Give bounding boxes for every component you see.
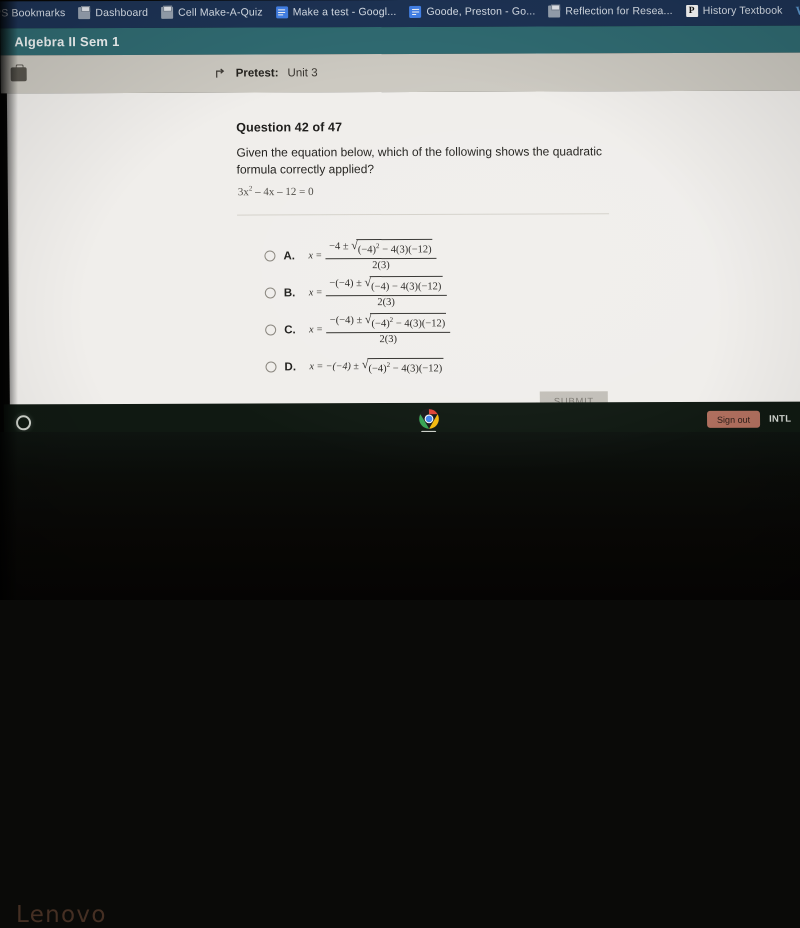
radicand-base: (−4)	[358, 245, 376, 256]
radicand: (−4) − 4(3)(−12)	[370, 276, 442, 294]
assessment-toolbar	[0, 53, 800, 94]
bookmark-goode-preston[interactable]: Goode, Preston - Go...	[409, 5, 535, 17]
fraction-denominator: 2(3)	[375, 333, 401, 346]
option-formula-c: x = −(−4) ± √ (−4)2 − 4(3)(−12) 2(3)	[309, 313, 450, 346]
bookmark-label: History Textbook	[703, 4, 783, 16]
answer-options-list: A. x = −4 ± √ (−4)2 − 4(3)(−12) 2(	[237, 236, 638, 385]
radical: √ (−4)2 − 4(3)(−12)	[365, 313, 447, 331]
fraction-numerator: −4 ± √ (−4)2 − 4(3)(−12)	[325, 239, 437, 259]
answer-option-a[interactable]: A. x = −4 ± √ (−4)2 − 4(3)(−12) 2(	[237, 236, 637, 274]
fraction-numerator: −(−4) ± √ (−4) − 4(3)(−12)	[325, 276, 446, 296]
laptop-photo: PS Bookmarks Dashboard Cell Make-A-Quiz …	[0, 0, 800, 600]
bookmark-label: Goode, Preston - Go...	[426, 5, 535, 17]
chrome-icon[interactable]	[418, 408, 440, 430]
assessment-type-label: Pretest:	[236, 67, 279, 79]
google-docs-icon	[409, 5, 421, 17]
assessment-unit-label: Unit 3	[287, 67, 317, 79]
radicand-rest: − 4(3)(−12)	[389, 282, 441, 293]
option-formula-b: x = −(−4) ± √ (−4) − 4(3)(−12) 2(3)	[309, 276, 447, 309]
equation-rest: – 4x – 12 = 0	[252, 186, 313, 198]
bookmark-label: Reflection for Resea...	[565, 5, 672, 17]
option-letter-c: C.	[284, 324, 301, 336]
fraction-numerator: −(−4) ± √ (−4)2 − 4(3)(−12)	[326, 313, 451, 333]
bookmark-label: Dashboard	[95, 6, 148, 18]
answer-option-d[interactable]: D. x = −(−4) ± √ (−4)2 − 4(3)(−12)	[238, 347, 638, 385]
fraction: −(−4) ± √ (−4) − 4(3)(−12) 2(3)	[325, 276, 446, 309]
google-docs-icon	[276, 6, 288, 18]
radicand-rest: − 4(3)(−12)	[390, 363, 442, 374]
fraction-denominator: 2(3)	[373, 296, 399, 309]
answer-option-b[interactable]: B. x = −(−4) ± √ (−4) − 4(3)(−12)	[238, 273, 638, 311]
radio-button-c[interactable]	[265, 324, 276, 335]
fraction-denominator: 2(3)	[368, 259, 394, 272]
radical: √ (−4)2 − 4(3)(−12)	[362, 358, 444, 376]
x-equals: x =	[308, 250, 322, 261]
radical: √ (−4)2 − 4(3)(−12)	[351, 239, 433, 257]
radicand-base: (−4)	[371, 282, 389, 293]
radical: √ (−4) − 4(3)(−12)	[364, 276, 442, 294]
question-equation: 3x2 – 4x – 12 = 0	[238, 184, 314, 198]
bookmark-cell-make-a-quiz[interactable]: Cell Make-A-Quiz	[161, 6, 263, 18]
launcher-circle-icon[interactable]	[16, 415, 31, 430]
radicand-base: (−4)	[371, 319, 389, 330]
option-letter-a: A.	[283, 250, 300, 262]
print-icon	[78, 7, 90, 19]
radicand-rest: − 4(3)(−12)	[393, 319, 445, 330]
x-equals: x = −(−4) ±	[309, 361, 358, 372]
fraction: −(−4) ± √ (−4)2 − 4(3)(−12) 2(3)	[326, 313, 451, 346]
print-icon	[161, 6, 173, 18]
course-header-bar: Algebra II Sem 1	[0, 26, 800, 56]
up-level-arrow-icon[interactable]	[214, 67, 227, 80]
question-content-area: Question 42 of 47 Given the equation bel…	[7, 91, 800, 434]
question-counter: Question 42 of 47	[236, 120, 342, 134]
radicand: (−4)2 − 4(3)(−12)	[357, 239, 433, 257]
radicand: (−4)2 − 4(3)(−12)	[370, 313, 446, 331]
word-w-icon: W	[795, 4, 800, 16]
toolbar-icon-group	[0, 67, 27, 81]
briefcase-icon[interactable]	[11, 67, 27, 81]
radicand-base: (−4)	[368, 363, 386, 374]
course-title: Algebra II Sem 1	[14, 34, 119, 49]
numerator-sign: −(−4) ±	[330, 315, 363, 326]
radio-button-b[interactable]	[265, 287, 276, 298]
x-equals: x =	[309, 287, 323, 298]
breadcrumb: Pretest: Unit 3	[214, 66, 318, 79]
section-divider	[237, 213, 609, 215]
bookmark-gist-doc[interactable]: W 12.3 GIST (1).doc -...	[795, 4, 800, 16]
numerator-sign: −4 ±	[329, 241, 349, 252]
option-letter-b: B.	[284, 287, 301, 299]
bookmark-make-a-test[interactable]: Make a test - Googl...	[276, 6, 397, 18]
bookmarks-bar: PS Bookmarks Dashboard Cell Make-A-Quiz …	[0, 0, 800, 28]
bookmark-label: PS Bookmarks	[0, 7, 65, 19]
bookmark-reflection-for-research[interactable]: Reflection for Resea...	[548, 5, 672, 17]
bookmark-ps-bookmarks[interactable]: PS Bookmarks	[0, 7, 65, 19]
pearson-p-icon: P	[686, 4, 698, 16]
answer-option-c[interactable]: C. x = −(−4) ± √ (−4)2 − 4(3)(−12)	[238, 310, 638, 348]
lenovo-brand-logo: Lenovo	[16, 902, 107, 928]
bookmark-history-textbook[interactable]: P History Textbook	[686, 4, 783, 16]
option-formula-a: x = −4 ± √ (−4)2 − 4(3)(−12) 2(3)	[308, 239, 437, 272]
radio-button-a[interactable]	[264, 250, 275, 261]
radicand-rest: − 4(3)(−12)	[379, 245, 431, 256]
fraction: −4 ± √ (−4)2 − 4(3)(−12) 2(3)	[325, 239, 437, 272]
bookmark-label: Make a test - Googl...	[293, 6, 397, 18]
bookmark-label: Cell Make-A-Quiz	[178, 6, 263, 18]
x-equals: x =	[309, 324, 323, 335]
option-formula-d: x = −(−4) ± √ (−4)2 − 4(3)(−12)	[309, 358, 443, 376]
sign-out-button[interactable]: Sign out	[707, 411, 760, 428]
radicand: (−4)2 − 4(3)(−12)	[367, 358, 443, 376]
bookmark-dashboard[interactable]: Dashboard	[78, 6, 148, 18]
question-prompt: Given the equation below, which of the f…	[236, 143, 628, 177]
print-icon	[548, 5, 560, 17]
option-letter-d: D.	[284, 361, 301, 373]
radio-button-d[interactable]	[265, 361, 276, 372]
laptop-bezel: Lenovo	[0, 432, 800, 600]
equation-lead: 3x	[238, 186, 249, 198]
numerator-sign: −(−4) ±	[329, 278, 362, 289]
laptop-screen: PS Bookmarks Dashboard Cell Make-A-Quiz …	[0, 0, 800, 438]
locale-indicator[interactable]: INTL	[769, 414, 791, 425]
